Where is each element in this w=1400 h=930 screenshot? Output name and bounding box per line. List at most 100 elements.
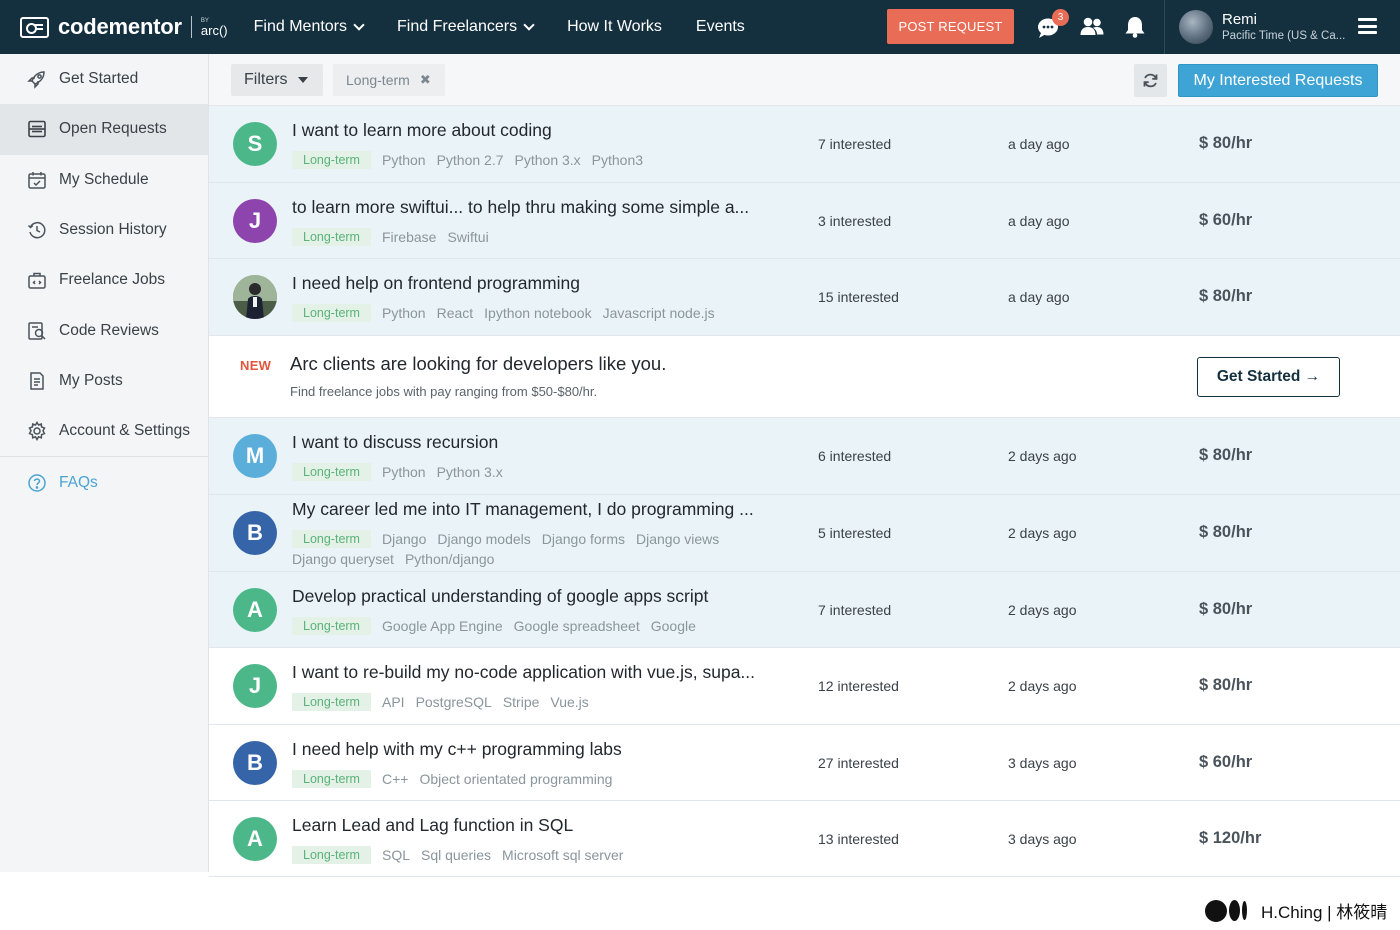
skill-tag[interactable]: Python 2.7 — [437, 150, 504, 170]
skill-tag[interactable]: Django queryset — [292, 549, 394, 569]
messages-icon[interactable]: 3 — [1036, 9, 1069, 40]
requester-avatar: B — [233, 511, 277, 555]
request-row[interactable]: B I need help with my c++ programming lab… — [209, 725, 1400, 801]
request-row[interactable]: J I want to re-build my no-code applicati… — [209, 648, 1400, 725]
code-review-icon — [27, 321, 47, 341]
request-title[interactable]: My career led me into IT management, I d… — [292, 499, 754, 520]
request-row[interactable]: Jto learn more swiftui... to help thru m… — [209, 183, 1400, 259]
skill-tag[interactable]: Object orientated programming — [419, 769, 612, 789]
skill-tag[interactable]: Stripe — [503, 692, 540, 712]
skill-tag[interactable]: Vue.js — [550, 692, 588, 712]
promo-subtitle: Find freelance jobs with pay ranging fro… — [290, 384, 598, 399]
sidebar-item-code-reviews[interactable]: Code Reviews — [0, 305, 208, 355]
request-title[interactable]: I want to re-build my no-code applicatio… — [292, 662, 755, 683]
hamburger-menu-icon[interactable] — [1358, 18, 1377, 34]
sidebar-item-label: My Schedule — [59, 170, 149, 188]
longterm-tag: Long-term — [292, 846, 371, 864]
skill-tag[interactable]: Javascript node.js — [603, 303, 715, 323]
nav-events[interactable]: Events — [696, 18, 745, 36]
user-avatar[interactable] — [1179, 10, 1213, 44]
caret-down-icon — [297, 77, 308, 83]
hourly-rate: $ 80/hr — [1199, 600, 1253, 618]
request-title[interactable]: I want to discuss recursion — [292, 432, 498, 453]
requester-avatar: J — [233, 664, 277, 708]
request-row[interactable]: B My career led me into IT management, I … — [209, 495, 1400, 572]
skill-tag[interactable]: API — [382, 692, 405, 712]
refresh-button[interactable] — [1134, 64, 1167, 97]
notifications-bell-icon[interactable] — [1122, 14, 1148, 40]
request-tags: Long-term SQL Sql queries Microsoft sql ser… — [292, 845, 792, 865]
skill-tag[interactable]: C++ — [382, 769, 408, 789]
codementor-logo[interactable]: codementor BY arc() — [20, 14, 228, 40]
skill-tag[interactable]: Python3 — [592, 150, 643, 170]
skill-tag[interactable]: Swiftui — [447, 227, 488, 247]
sidebar-item-my-posts[interactable]: My Posts — [0, 356, 208, 406]
sidebar-item-freelance-jobs[interactable]: Freelance Jobs — [0, 255, 208, 305]
remove-filter-icon[interactable]: ✖ — [420, 72, 431, 88]
skill-tag[interactable]: SQL — [382, 845, 410, 865]
skill-tag[interactable]: Python — [382, 150, 426, 170]
user-name[interactable]: Remi — [1222, 11, 1257, 28]
request-tags: Long-term Firebase Swiftui — [292, 227, 792, 247]
skill-tag[interactable]: Google App Engine — [382, 616, 503, 636]
requester-avatar: J — [233, 199, 277, 243]
request-row[interactable]: I need help on frontend programming Long-… — [209, 259, 1400, 336]
skill-tag[interactable]: PostgreSQL — [416, 692, 492, 712]
request-row[interactable]: A Learn Lead and Lag function in SQL Long-… — [209, 801, 1400, 877]
sidebar-item-faqs[interactable]: FAQs — [0, 457, 208, 507]
skill-tag[interactable]: Django models — [437, 529, 530, 549]
longterm-tag: Long-term — [292, 693, 371, 711]
hourly-rate: $ 80/hr — [1199, 287, 1253, 305]
interested-count: 6 interested — [818, 448, 892, 464]
skill-tag[interactable]: Python — [382, 303, 426, 323]
filters-dropdown[interactable]: Filters — [231, 64, 323, 96]
sidebar-item-label: FAQs — [59, 473, 98, 491]
sidebar-item-open-requests[interactable]: Open Requests — [0, 104, 208, 155]
skill-tag[interactable]: Ipython notebook — [484, 303, 591, 323]
my-interested-requests-button[interactable]: My Interested Requests — [1178, 64, 1378, 97]
request-row[interactable]: A Develop practical understanding of goog… — [209, 572, 1400, 648]
longterm-tag: Long-term — [292, 304, 371, 322]
skill-tag[interactable]: Firebase — [382, 227, 436, 247]
skill-tag[interactable]: Django views — [636, 529, 719, 549]
sidebar-item-get-started[interactable]: Get Started — [0, 54, 208, 104]
skill-tag[interactable]: Sql queries — [421, 845, 491, 865]
people-icon[interactable] — [1079, 14, 1105, 40]
interested-count: 5 interested — [818, 525, 892, 541]
request-row[interactable]: S I want to learn more about coding Long-t… — [209, 106, 1400, 183]
sidebar-item-label: Get Started — [59, 70, 139, 88]
skill-tag[interactable]: Google — [651, 616, 696, 636]
post-request-button[interactable]: POST REQUEST — [887, 9, 1014, 44]
skill-tag[interactable]: React — [437, 303, 474, 323]
nav-how-it-works[interactable]: How It Works — [567, 18, 662, 36]
skill-tag[interactable]: Python 3.x — [515, 150, 581, 170]
skill-tag[interactable]: Django forms — [542, 529, 625, 549]
get-started-button[interactable]: Get Started → — [1197, 357, 1340, 397]
requester-avatar — [233, 275, 277, 319]
request-title[interactable]: I need help with my c++ programming labs — [292, 739, 622, 760]
document-icon — [27, 371, 47, 391]
skill-tag[interactable]: Django — [382, 529, 426, 549]
brand-partner: arc() — [200, 22, 228, 38]
history-icon — [27, 220, 47, 240]
sidebar-item-account-settings[interactable]: Account & Settings — [0, 406, 208, 456]
sidebar-item-my-schedule[interactable]: My Schedule — [0, 155, 208, 205]
nav-find-mentors[interactable]: Find Mentors — [254, 18, 365, 36]
hourly-rate: $ 120/hr — [1199, 829, 1262, 847]
requester-avatar: A — [233, 817, 277, 861]
skill-tag[interactable]: Python 3.x — [437, 462, 503, 482]
request-title[interactable]: I want to learn more about coding — [292, 120, 552, 141]
request-title[interactable]: to learn more swiftui... to help thru ma… — [292, 197, 749, 218]
sidebar-item-label: My Posts — [59, 371, 123, 389]
skill-tag[interactable]: Python/django — [405, 549, 495, 569]
skill-tag[interactable]: Python — [382, 462, 426, 482]
skill-tag[interactable]: Microsoft sql server — [502, 845, 623, 865]
sidebar-item-session-history[interactable]: Session History — [0, 205, 208, 255]
request-title[interactable]: Develop practical understanding of googl… — [292, 586, 708, 607]
request-row[interactable]: M I want to discuss recursion Long-term Pyt… — [209, 418, 1400, 495]
request-title[interactable]: I need help on frontend programming — [292, 273, 580, 294]
request-title[interactable]: Learn Lead and Lag function in SQL — [292, 815, 573, 836]
skill-tag[interactable]: Google spreadsheet — [514, 616, 640, 636]
longterm-tag: Long-term — [292, 463, 371, 481]
nav-find-freelancers[interactable]: Find Freelancers — [397, 18, 535, 36]
